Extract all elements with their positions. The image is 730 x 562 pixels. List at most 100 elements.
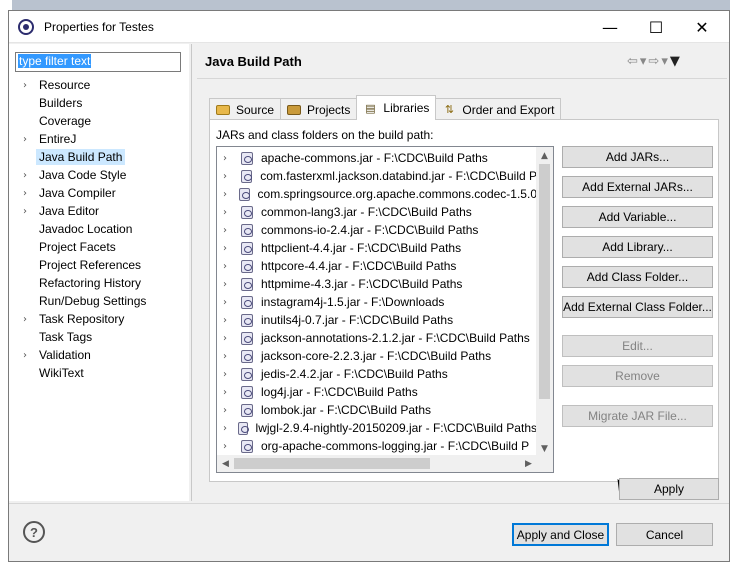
- add-variable-button[interactable]: Add Variable...: [562, 206, 713, 228]
- properties-dialog: Properties for Testes — ☐ ✕ type filter …: [8, 10, 730, 562]
- jar-list-item[interactable]: › jedis-2.4.2.jar - F:\CDC\Build Paths: [217, 365, 537, 383]
- sidebar-item[interactable]: › Task Repository: [9, 310, 189, 328]
- expand-arrow-icon[interactable]: ›: [217, 441, 235, 452]
- apply-button[interactable]: Apply: [619, 478, 719, 500]
- jar-item-label: commons-io-2.4.jar - F:\CDC\Build Paths: [261, 223, 479, 237]
- migrate-jar-file-button[interactable]: Migrate JAR File...: [562, 405, 713, 427]
- build-path-tabs: Source Projects ▤ Libraries ⇅ Order and Ex…: [209, 95, 562, 120]
- expand-arrow-icon[interactable]: ›: [217, 297, 235, 308]
- jar-list-item[interactable]: › lombok.jar - F:\CDC\Build Paths: [217, 401, 537, 419]
- vertical-scrollbar[interactable]: ▲ ▼: [536, 147, 553, 457]
- sidebar-item[interactable]: › Validation: [9, 346, 189, 364]
- view-menu-icon[interactable]: ▼: [670, 54, 682, 69]
- sidebar-item[interactable]: Coverage: [9, 112, 189, 130]
- expand-arrow-icon[interactable]: ›: [217, 405, 235, 416]
- jar-list-item[interactable]: › org-apache-commons-logging.jar - F:\CDC…: [217, 437, 537, 455]
- scroll-up-icon[interactable]: ▲: [536, 147, 553, 164]
- sidebar-item[interactable]: Project References: [9, 256, 189, 274]
- jar-list-item[interactable]: › httpcore-4.4.jar - F:\CDC\Build Paths: [217, 257, 537, 275]
- close-button[interactable]: ✕: [679, 11, 725, 43]
- jar-list-item[interactable]: › instagram4j-1.5.jar - F:\Downloads: [217, 293, 537, 311]
- add-jars-button[interactable]: Add JARs...: [562, 146, 713, 168]
- sidebar-item[interactable]: Project Facets: [9, 238, 189, 256]
- sidebar-item[interactable]: › EntireJ: [9, 130, 189, 148]
- expand-arrow-icon[interactable]: ›: [217, 261, 235, 272]
- sidebar-item-label: Java Editor: [39, 204, 100, 218]
- expand-arrow-icon[interactable]: ›: [23, 206, 39, 217]
- sidebar-item[interactable]: WikiText: [9, 364, 189, 382]
- jar-item-label: org-apache-commons-logging.jar - F:\CDC\…: [261, 439, 530, 453]
- expand-arrow-icon[interactable]: ›: [217, 351, 235, 362]
- add-external-class-folder-button[interactable]: Add External Class Folder...: [562, 296, 713, 318]
- jar-list-item[interactable]: › apache-commons.jar - F:\CDC\Build Paths: [217, 149, 537, 167]
- edit-button[interactable]: Edit...: [562, 335, 713, 357]
- expand-arrow-icon[interactable]: ›: [217, 225, 235, 236]
- tab-source[interactable]: Source: [209, 98, 282, 120]
- sidebar-item[interactable]: › Java Editor: [9, 202, 189, 220]
- sidebar-item[interactable]: › Resource: [9, 76, 189, 94]
- sidebar-item[interactable]: Refactoring History: [9, 274, 189, 292]
- sidebar-item[interactable]: Builders: [9, 94, 189, 112]
- tab-libraries-label: Libraries: [383, 101, 430, 115]
- jar-list-item[interactable]: › com.fasterxml.jackson.databind.jar - F:…: [217, 167, 537, 185]
- expand-arrow-icon[interactable]: ›: [217, 333, 235, 344]
- forward-arrow-icon[interactable]: ⇨▾: [648, 54, 669, 69]
- expand-arrow-icon[interactable]: ›: [217, 171, 235, 182]
- sidebar-item-label: Project References: [39, 258, 142, 272]
- expand-arrow-icon[interactable]: ›: [217, 279, 235, 290]
- vertical-scroll-thumb[interactable]: [539, 164, 550, 399]
- cancel-button[interactable]: Cancel: [616, 523, 713, 546]
- remove-button[interactable]: Remove: [562, 365, 713, 387]
- sidebar-item[interactable]: Java Build Path: [9, 148, 189, 166]
- sidebar-item[interactable]: Javadoc Location: [9, 220, 189, 238]
- sidebar-item[interactable]: Task Tags: [9, 328, 189, 346]
- expand-arrow-icon[interactable]: ›: [217, 387, 235, 398]
- scroll-right-icon[interactable]: ▶: [520, 455, 537, 472]
- expand-arrow-icon[interactable]: ›: [217, 243, 235, 254]
- jar-list[interactable]: › apache-commons.jar - F:\CDC\Build Paths…: [216, 146, 554, 473]
- sidebar-item[interactable]: › Java Code Style: [9, 166, 189, 184]
- back-arrow-icon[interactable]: ⇦▾: [627, 54, 648, 69]
- horizontal-scrollbar[interactable]: ◀ ▶: [217, 455, 537, 472]
- sidebar-item[interactable]: Run/Debug Settings: [9, 292, 189, 310]
- filter-input[interactable]: type filter text: [15, 52, 181, 72]
- add-library-button[interactable]: Add Library...: [562, 236, 713, 258]
- expand-arrow-icon[interactable]: ›: [23, 188, 39, 199]
- jar-list-item[interactable]: › jackson-annotations-2.1.2.jar - F:\CDC\…: [217, 329, 537, 347]
- tab-libraries[interactable]: ▤ Libraries: [356, 95, 437, 120]
- expand-arrow-icon[interactable]: ›: [23, 170, 39, 181]
- jar-list-item[interactable]: › inutils4j-0.7.jar - F:\CDC\Build Paths: [217, 311, 537, 329]
- scroll-left-icon[interactable]: ◀: [217, 455, 234, 472]
- expand-arrow-icon[interactable]: ›: [23, 134, 39, 145]
- expand-arrow-icon[interactable]: ›: [23, 80, 39, 91]
- add-external-jars-button[interactable]: Add External JARs...: [562, 176, 713, 198]
- add-class-folder-button[interactable]: Add Class Folder...: [562, 266, 713, 288]
- jar-list-item[interactable]: › httpclient-4.4.jar - F:\CDC\Build Paths: [217, 239, 537, 257]
- pane-splitter[interactable]: [191, 44, 192, 501]
- expand-arrow-icon[interactable]: ›: [217, 369, 235, 380]
- expand-arrow-icon[interactable]: ›: [23, 314, 39, 325]
- tab-projects[interactable]: Projects: [280, 98, 358, 120]
- eclipse-icon: [18, 18, 34, 35]
- jar-list-item[interactable]: › lwjgl-2.9.4-nightly-20150209.jar - F:\C…: [217, 419, 537, 437]
- jar-list-item[interactable]: › httpmime-4.3.jar - F:\CDC\Build Paths: [217, 275, 537, 293]
- expand-arrow-icon[interactable]: ›: [23, 350, 39, 361]
- sidebar-item[interactable]: › Java Compiler: [9, 184, 189, 202]
- expand-arrow-icon[interactable]: ›: [217, 153, 235, 164]
- jar-list-item[interactable]: › com.springsource.org.apache.commons.cod…: [217, 185, 537, 203]
- minimize-button[interactable]: —: [587, 11, 633, 43]
- expand-arrow-icon[interactable]: ›: [217, 315, 235, 326]
- expand-arrow-icon[interactable]: ›: [217, 423, 232, 434]
- jar-list-item[interactable]: › common-lang3.jar - F:\CDC\Build Paths: [217, 203, 537, 221]
- jar-list-item[interactable]: › commons-io-2.4.jar - F:\CDC\Build Paths: [217, 221, 537, 239]
- jar-file-icon: [241, 205, 253, 219]
- jar-list-item[interactable]: › log4j.jar - F:\CDC\Build Paths: [217, 383, 537, 401]
- horizontal-scroll-thumb[interactable]: [234, 458, 430, 469]
- expand-arrow-icon[interactable]: ›: [217, 207, 235, 218]
- help-icon[interactable]: ?: [23, 521, 45, 543]
- expand-arrow-icon[interactable]: ›: [217, 189, 233, 200]
- tab-order-export[interactable]: ⇅ Order and Export: [435, 98, 562, 120]
- maximize-button[interactable]: ☐: [633, 11, 679, 43]
- jar-list-item[interactable]: › jackson-core-2.2.3.jar - F:\CDC\Build P…: [217, 347, 537, 365]
- apply-and-close-button[interactable]: Apply and Close: [512, 523, 609, 546]
